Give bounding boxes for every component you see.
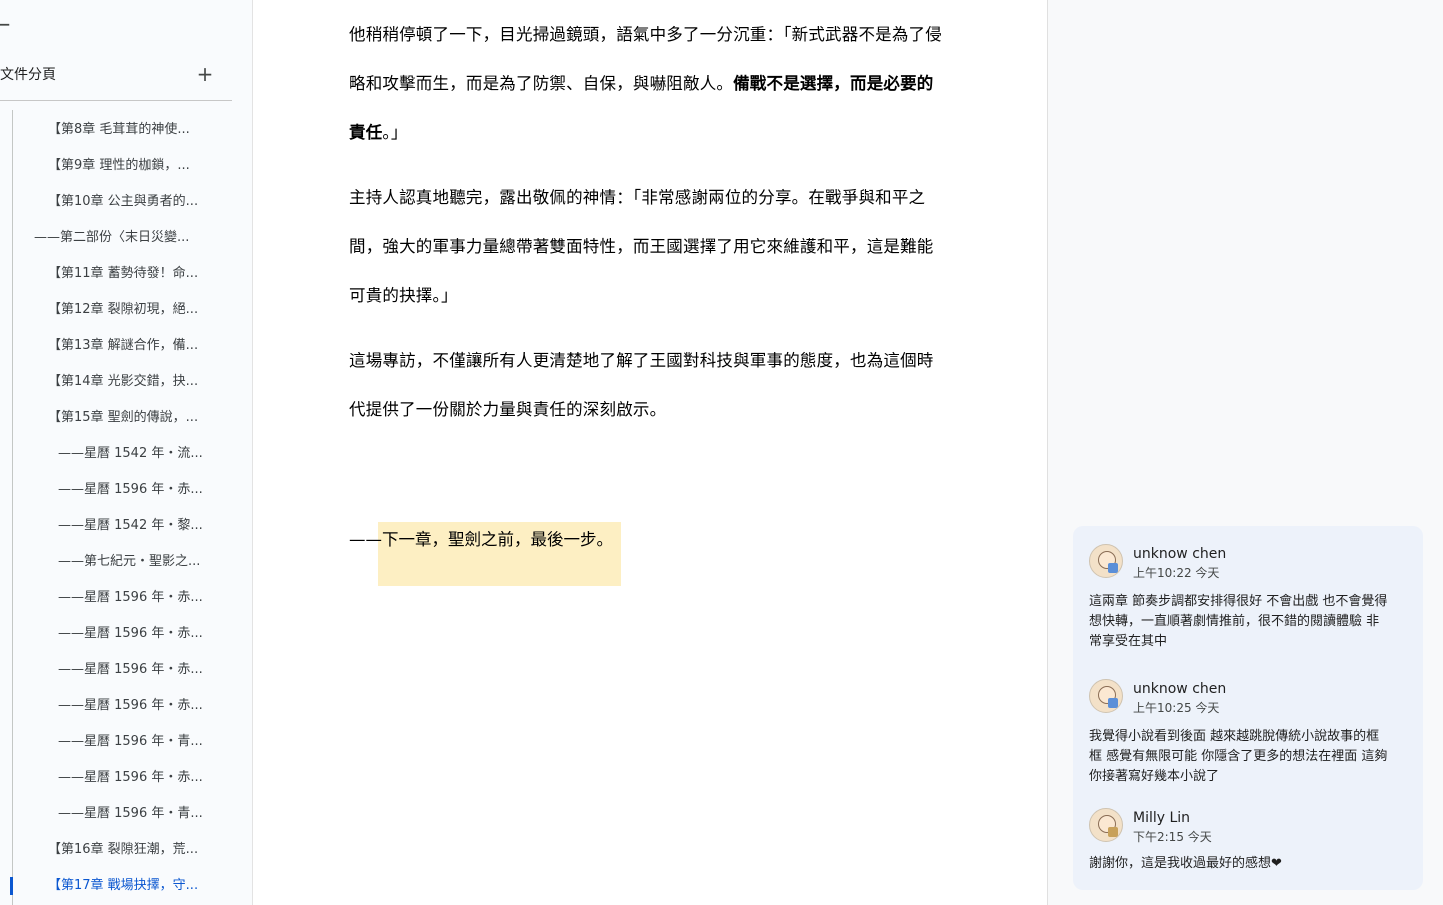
outline-item[interactable]: ——星曆 1596 年・青... [0,724,252,760]
comment-author: unknow chen [1133,681,1227,697]
comment-thread-card[interactable]: unknow chen 上午10:22 今天 這兩章 節奏步調都安排得很好 不會… [1073,526,1423,890]
paragraph-1[interactable]: 他稍稍停頓了一下，目光掃過鏡頭，語氣中多了一分沉重：「新式武器不是為了侵略和攻擊… [349,10,943,157]
outline-item[interactable]: 【第9章 理性的枷鎖，... [0,148,252,184]
outline-item[interactable]: ——星曆 1542 年・流... [0,436,252,472]
outline-item[interactable]: 【第16章 裂隙狂潮，荒... [0,832,252,868]
outline-item[interactable]: ——星曆 1596 年・赤... [0,688,252,724]
document-page[interactable]: 他稍稍停頓了一下，目光掃過鏡頭，語氣中多了一分沉重：「新式武器不是為了侵略和攻擊… [253,0,1048,905]
comment-body: 我覺得小說看到後面 越來越跳脫傳統小說故事的框框 感覺有無限可能 你隱含了更多的… [1089,729,1388,784]
outline-item[interactable]: ——星曆 1596 年・赤... [0,652,252,688]
outline-item[interactable]: 【第10章 公主與勇者的... [0,184,252,220]
avatar [1089,544,1123,578]
paragraph-2[interactable]: 主持人認真地聽完，露出敬佩的神情：「非常感謝兩位的分享。在戰爭與和平之間，強大的… [349,173,943,320]
outline-item[interactable]: 【第12章 裂隙初現，絕... [0,292,252,328]
highlighted-text: 下一章，聖劍之前，最後一步。 [382,530,613,549]
comment-body: 謝謝你，這是我收過最好的感想❤ [1089,856,1282,871]
document-outline-panel: ← 文件分頁 + 【第8章 毛茸茸的神使...【第9章 理性的枷鎖，...【第1… [0,0,253,905]
avatar [1089,679,1123,713]
outline-title: 文件分頁 [0,67,56,83]
back-arrow-icon[interactable]: ← [0,12,14,36]
outline-item[interactable]: 【第8章 毛茸茸的神使... [0,112,252,148]
outline-item[interactable]: 【第15章 聖劍的傳說，... [0,400,252,436]
outline-item[interactable]: 【第11章 蓄勢待發！命... [0,256,252,292]
outline-divider [0,100,232,101]
outline-item[interactable]: ——星曆 1596 年・赤... [0,760,252,796]
comment-timestamp: 下午2:15 今天 [1133,830,1212,844]
comment-timestamp: 上午10:22 今天 [1133,566,1220,580]
outline-item[interactable]: 【第14章 光影交錯，抉... [0,364,252,400]
comment-timestamp: 上午10:25 今天 [1133,701,1220,715]
closing-line[interactable]: ——下一章，聖劍之前，最後一步。 [349,515,613,564]
document-body[interactable]: 他稍稍停頓了一下，目光掃過鏡頭，語氣中多了一分沉重：「新式武器不是為了侵略和攻擊… [349,10,943,450]
comment-author: Milly Lin [1133,810,1191,826]
outline-item[interactable]: ——星曆 1596 年・赤... [0,616,252,652]
outline-list: 【第8章 毛茸茸的神使... 【第9章 理性的枷鎖，... 【第10章 公主與勇者的… [0,112,252,904]
comment-body: 這兩章 節奏步調都安排得很好 不會出戲 也不會覺得想快轉，一直順著劇情推前，很不… [1089,594,1388,649]
avatar [1089,808,1123,842]
paragraph-3[interactable]: 這場專訪，不僅讓所有人更清楚地了解了王國對科技與軍事的態度，也為這個時代提供了一… [349,336,943,434]
comment-author: unknow chen [1133,546,1227,562]
add-tab-icon[interactable]: + [196,62,214,86]
outline-item[interactable]: ——星曆 1596 年・赤... [0,580,252,616]
outline-item[interactable]: ——星曆 1596 年・青... [0,796,252,832]
outline-item[interactable]: ——星曆 1542 年・黎... [0,508,252,544]
outline-item[interactable]: ——星曆 1596 年・赤... [0,472,252,508]
outline-item[interactable]: ——第七紀元・聖影之... [0,544,252,580]
outline-item[interactable]: ——第二部份〈末日災變... [0,220,252,256]
outline-item[interactable]: 【第17章 戰場抉擇，守... [0,868,252,904]
outline-item[interactable]: 【第13章 解謎合作，備... [0,328,252,364]
active-heading-indicator [10,877,13,895]
